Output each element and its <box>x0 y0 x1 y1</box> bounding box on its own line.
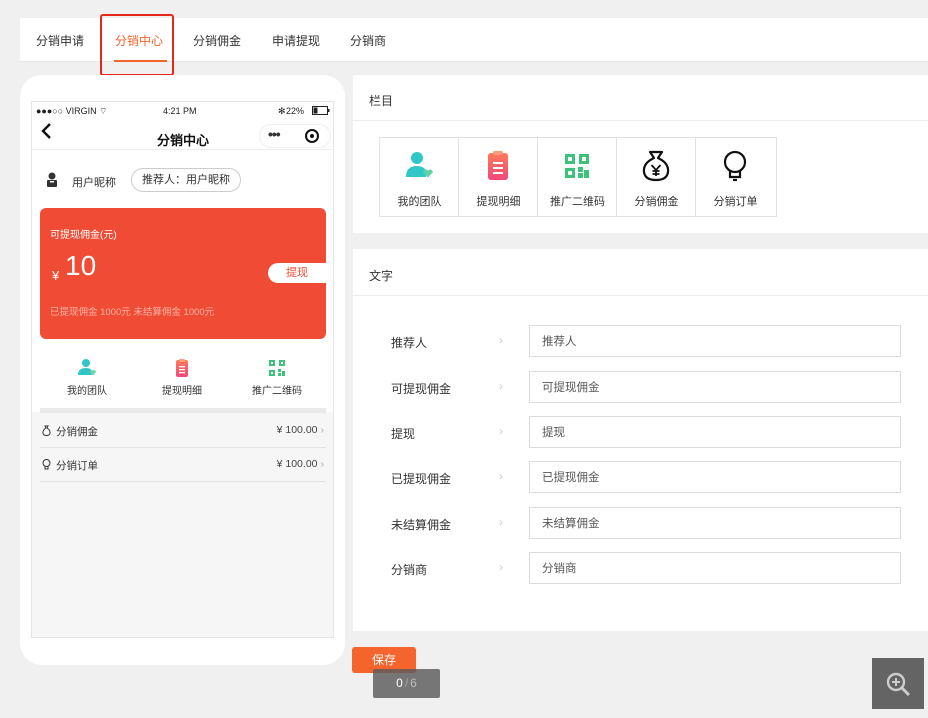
field-row-referrer: 推荐人 › <box>353 325 928 357</box>
text-panel-title: 文字 <box>369 269 394 283</box>
quick-link-withdraw-detail[interactable]: 提现明细 <box>137 358 227 397</box>
field-row-withdraw: 提现 › <box>353 416 928 448</box>
chevron-right-icon: › <box>499 379 503 393</box>
clipboard-icon <box>172 358 192 378</box>
withdraw-input[interactable] <box>529 416 901 448</box>
column-item-orders[interactable]: 分销订单 <box>696 138 775 216</box>
zoom-in-button[interactable] <box>872 658 924 709</box>
list-item-value: ¥ 100.00 › <box>276 458 324 470</box>
money-bag-icon <box>641 150 671 182</box>
pager-total: 6 <box>410 676 417 690</box>
clipboard-icon <box>483 150 513 182</box>
column-item-qrcode[interactable]: 推广二维码 <box>538 138 617 216</box>
column-item-team[interactable]: 我的团队 <box>380 138 459 216</box>
column-item-label: 分销订单 <box>713 196 758 208</box>
tab-distributor[interactable]: 分销商 <box>350 32 386 49</box>
qrcode-icon <box>267 358 287 378</box>
chevron-right-icon: › <box>499 560 503 574</box>
bulb-icon <box>42 459 51 470</box>
money-bag-icon <box>42 425 51 437</box>
status-carrier: ●●●○○ VIRGIN <box>36 106 97 116</box>
card-label: 可提现佣金(元) <box>50 230 117 241</box>
field-row-withdrawable: 可提现佣金 › <box>353 371 928 403</box>
columns-grid: 我的团队 提现明细 推广二维码 分销佣金 分销订单 <box>379 137 777 217</box>
referrer-input[interactable] <box>529 325 901 357</box>
tab-apply-withdraw[interactable]: 申请提现 <box>272 32 320 49</box>
column-item-withdraw-detail[interactable]: 提现明细 <box>459 138 538 216</box>
list-item-orders[interactable]: 分销订单 ¥ 100.00 › <box>40 449 326 482</box>
field-label: 可提现佣金 <box>391 382 452 396</box>
battery-icon <box>312 106 330 117</box>
back-icon[interactable] <box>40 122 52 144</box>
columns-panel: 栏目 我的团队 提现明细 推广二维码 分销佣金 分销订单 <box>353 75 928 233</box>
user-avatar-icon <box>46 172 58 188</box>
withdrawable-commission-input[interactable] <box>529 371 901 403</box>
column-item-label: 推广二维码 <box>550 196 605 208</box>
phone-screen: ●●●○○ VIRGIN ⌔ 4:21 PM ✻ 22% 分销中心 ••• 用户 <box>31 101 334 638</box>
list-item-label: 分销订单 <box>56 460 98 472</box>
bulb-icon <box>720 150 750 182</box>
card-currency: ¥ <box>52 268 60 283</box>
chevron-right-icon: › <box>499 515 503 529</box>
quick-link-label: 我的团队 <box>67 386 107 397</box>
withdraw-button[interactable]: 提现 <box>268 263 326 283</box>
list-item-commission[interactable]: 分销佣金 ¥ 100.00 › <box>40 415 326 448</box>
field-label: 分销商 <box>391 563 428 577</box>
nav-title: 分销中心 <box>157 133 210 148</box>
nav-divider <box>32 149 333 150</box>
qrcode-icon <box>562 150 592 182</box>
more-icon[interactable]: ••• <box>268 126 281 142</box>
panel-divider <box>353 295 928 296</box>
quick-link-qrcode[interactable]: 推广二维码 <box>232 358 322 397</box>
team-icon <box>404 150 434 182</box>
columns-panel-title: 栏目 <box>369 94 394 108</box>
card-subtext: 已提现佣金 1000元 未结算佣金 1000元 <box>50 307 215 318</box>
bluetooth-icon: ✻ <box>278 106 286 116</box>
phone-content: ●●●○○ VIRGIN ⌔ 4:21 PM ✻ 22% 分销中心 ••• 用户 <box>32 102 333 412</box>
field-row-unsettled: 未结算佣金 › <box>353 507 928 539</box>
column-item-commission[interactable]: 分销佣金 <box>617 138 696 216</box>
distributor-input[interactable] <box>529 552 901 584</box>
field-label: 已提现佣金 <box>391 472 452 486</box>
quick-link-label: 提现明细 <box>162 386 202 397</box>
list-item-value: ¥ 100.00 › <box>276 424 324 436</box>
chevron-right-icon: › <box>499 333 503 347</box>
quick-link-label: 推广二维码 <box>252 386 302 397</box>
field-label: 推荐人 <box>391 336 428 350</box>
unsettled-commission-input[interactable] <box>529 507 901 539</box>
zoom-in-icon <box>884 670 912 703</box>
column-item-label: 提现明细 <box>476 196 521 208</box>
field-label: 提现 <box>391 427 416 441</box>
pager-current: 0 <box>396 676 403 690</box>
list-item-label: 分销佣金 <box>56 426 98 438</box>
referrer-badge: 推荐人：用户昵称 <box>131 168 241 192</box>
status-battery: 22% <box>286 106 305 116</box>
tab-distribution-apply[interactable]: 分销申请 <box>36 32 84 49</box>
card-amount: 10 <box>65 250 97 281</box>
capsule-menu[interactable]: ••• <box>259 124 331 148</box>
withdrawn-commission-input[interactable] <box>529 461 901 493</box>
wifi-icon: ⌔ <box>99 106 108 116</box>
column-item-label: 我的团队 <box>397 196 442 208</box>
section-separator <box>40 408 326 413</box>
image-pager: 0/6 <box>373 669 440 698</box>
column-item-label: 分销佣金 <box>634 196 679 208</box>
chevron-right-icon: › <box>499 424 503 438</box>
field-label: 未结算佣金 <box>391 518 452 532</box>
phone-preview: ●●●○○ VIRGIN ⌔ 4:21 PM ✻ 22% 分销中心 ••• 用户 <box>20 75 345 665</box>
field-row-distributor: 分销商 › <box>353 552 928 584</box>
tab-distribution-commission[interactable]: 分销佣金 <box>193 32 241 49</box>
field-row-withdrawn: 已提现佣金 › <box>353 461 928 493</box>
close-target-icon[interactable] <box>305 129 319 143</box>
text-panel: 文字 推荐人 › 可提现佣金 › 提现 › 已提现佣金 › 未结算佣金 › 分销… <box>353 249 928 631</box>
panel-divider <box>353 120 928 121</box>
chevron-right-icon: › <box>499 469 503 483</box>
team-icon <box>77 358 97 378</box>
status-time: 4:21 PM <box>163 106 197 116</box>
commission-card: 可提现佣金(元) ¥ 10 提现 已提现佣金 1000元 未结算佣金 1000元 <box>40 208 326 339</box>
user-nickname: 用户昵称 <box>72 177 116 189</box>
highlight-box <box>100 14 174 76</box>
quick-link-team[interactable]: 我的团队 <box>42 358 132 397</box>
